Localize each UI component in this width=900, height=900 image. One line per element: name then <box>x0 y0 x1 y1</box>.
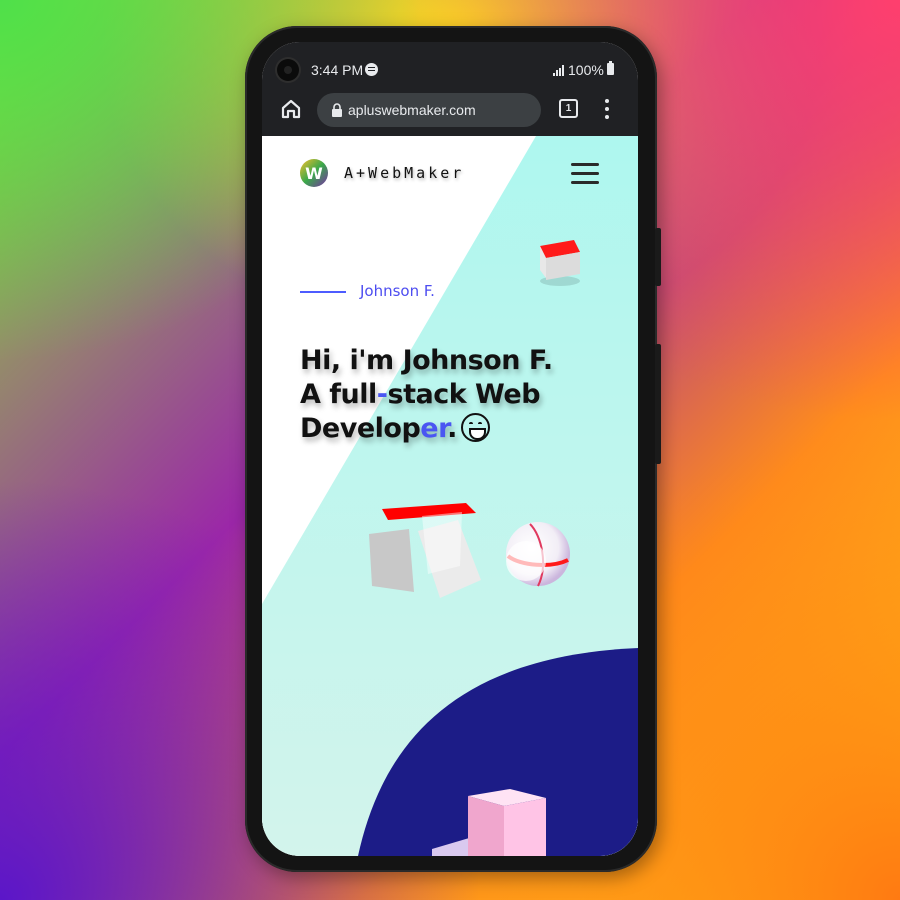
small-cube-graphic <box>540 240 580 286</box>
battery-percent: 100% <box>568 62 604 78</box>
browser-toolbar: apluswebmaker.com 1 <box>262 86 638 136</box>
hero-headline: Hi, i'm Johnson F. A full-stack Web Deve… <box>300 344 630 446</box>
status-time: 3:44 PM <box>311 62 364 78</box>
web-page: W A+WebMaker Johnson F. Hi, i'm Johnson … <box>262 136 638 856</box>
headline-line-1: Hi, i'm Johnson F. <box>300 345 553 376</box>
address-bar[interactable]: apluswebmaker.com <box>317 93 541 127</box>
lock-icon <box>332 103 342 117</box>
url-text: apluswebmaker.com <box>348 102 476 118</box>
site-logo[interactable]: W <box>299 158 329 188</box>
more-vert-icon[interactable] <box>605 99 609 119</box>
page-background <box>262 136 638 856</box>
svg-text:W: W <box>305 164 323 183</box>
name-tag: Johnson F. <box>360 282 435 300</box>
sphere-graphic <box>506 522 570 587</box>
name-tag-line <box>300 291 346 293</box>
brand-name[interactable]: A+WebMaker <box>344 164 464 182</box>
spotify-icon <box>365 63 378 76</box>
home-icon[interactable] <box>280 98 302 120</box>
hamburger-menu-icon[interactable] <box>571 163 599 185</box>
battery-icon <box>607 61 614 75</box>
phone-screen: 3:44 PM 100% apluswebmaker.com 1 W A+Web… <box>262 42 638 856</box>
headline-line-2: A full-stack Web <box>300 379 541 410</box>
grinning-emoji-icon <box>460 413 490 442</box>
tabs-icon[interactable]: 1 <box>559 99 578 118</box>
signal-icon <box>553 65 565 76</box>
camera-icon <box>277 59 299 81</box>
volume-button <box>655 228 661 286</box>
status-bar: 3:44 PM 100% <box>262 42 638 86</box>
power-button <box>655 344 661 464</box>
headline-line-3: Developer. <box>300 412 630 446</box>
